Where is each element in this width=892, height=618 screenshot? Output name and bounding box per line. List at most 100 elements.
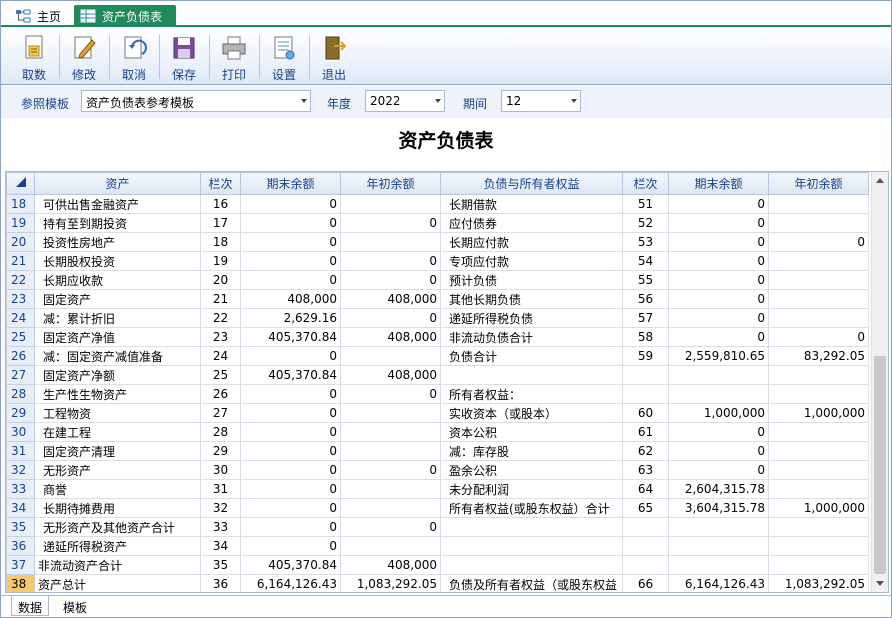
row-number[interactable]: 26 xyxy=(6,346,35,366)
print-button[interactable]: 打印 xyxy=(211,32,257,82)
table-row[interactable]: 18 可供出售金融资产 16 0 长期借款 51 0 xyxy=(6,194,869,214)
column-header[interactable]: 栏次 xyxy=(200,172,241,195)
liability-begin-balance-cell[interactable] xyxy=(768,460,869,480)
column-header[interactable]: 资产 xyxy=(34,172,201,195)
asset-begin-balance-cell[interactable] xyxy=(340,498,441,518)
chevron-down-icon[interactable] xyxy=(571,99,577,103)
settings-button[interactable]: 设置 xyxy=(261,32,307,82)
liability-line-cell[interactable]: 54 xyxy=(622,251,669,271)
asset-end-balance-cell[interactable]: 0 xyxy=(240,213,341,233)
edit-button[interactable]: 修改 xyxy=(61,32,107,82)
asset-begin-balance-cell[interactable]: 408,000 xyxy=(340,365,441,385)
liability-end-balance-cell[interactable]: 2,559,810.65 xyxy=(668,346,769,366)
asset-end-balance-cell[interactable]: 0 xyxy=(240,232,341,252)
asset-end-balance-cell[interactable]: 0 xyxy=(240,422,341,442)
asset-end-balance-cell[interactable]: 405,370.84 xyxy=(240,327,341,347)
asset-line-cell[interactable]: 20 xyxy=(200,270,241,290)
liability-end-balance-cell[interactable]: 0 xyxy=(668,422,769,442)
liability-end-balance-cell[interactable]: 0 xyxy=(668,308,769,328)
table-row[interactable]: 31 固定资产清理 29 0 减：库存股 62 0 xyxy=(6,441,869,461)
asset-begin-balance-cell[interactable] xyxy=(340,536,441,556)
asset-begin-balance-cell[interactable]: 0 xyxy=(340,384,441,404)
liability-line-cell[interactable] xyxy=(622,555,669,575)
asset-begin-balance-cell[interactable]: 0 xyxy=(340,251,441,271)
asset-end-balance-cell[interactable]: 405,370.84 xyxy=(240,365,341,385)
row-number[interactable]: 36 xyxy=(6,536,35,556)
liability-name-cell[interactable]: 减：库存股 xyxy=(440,441,623,461)
row-number[interactable]: 22 xyxy=(6,270,35,290)
asset-name-cell[interactable]: 无形资产及其他资产合计 xyxy=(34,517,201,537)
table-row[interactable]: 22 长期应收款 20 0 0 预计负债 55 0 xyxy=(6,270,869,290)
liability-name-cell[interactable] xyxy=(440,536,623,556)
asset-name-cell[interactable]: 固定资产净额 xyxy=(34,365,201,385)
table-row[interactable]: 24 减：累计折旧 22 2,629.16 0 递延所得税负债 57 0 xyxy=(6,308,869,328)
tab-balance-sheet[interactable]: 资产负债表 xyxy=(74,5,176,27)
row-number[interactable]: 35 xyxy=(6,517,35,537)
liability-end-balance-cell[interactable]: 0 xyxy=(668,460,769,480)
table-row[interactable]: 32 无形资产 30 0 0 盈余公积 63 0 xyxy=(6,460,869,480)
liability-end-balance-cell[interactable]: 0 xyxy=(668,213,769,233)
liability-name-cell[interactable]: 长期借款 xyxy=(440,194,623,214)
asset-begin-balance-cell[interactable]: 0 xyxy=(340,517,441,537)
asset-begin-balance-cell[interactable] xyxy=(340,479,441,499)
template-select[interactable]: 资产负债表参考模板 xyxy=(81,90,311,112)
asset-line-cell[interactable]: 23 xyxy=(200,327,241,347)
row-number[interactable]: 18 xyxy=(6,194,35,214)
liability-end-balance-cell[interactable]: 2,604,315.78 xyxy=(668,479,769,499)
row-number[interactable]: 21 xyxy=(6,251,35,271)
asset-end-balance-cell[interactable]: 2,629.16 xyxy=(240,308,341,328)
asset-begin-balance-cell[interactable]: 408,000 xyxy=(340,327,441,347)
liability-line-cell[interactable]: 57 xyxy=(622,308,669,328)
liability-line-cell[interactable] xyxy=(622,384,669,404)
liability-name-cell[interactable]: 盈余公积 xyxy=(440,460,623,480)
scroll-down-icon[interactable] xyxy=(876,581,884,586)
chevron-down-icon[interactable] xyxy=(301,99,307,103)
liability-name-cell[interactable]: 未分配利润 xyxy=(440,479,623,499)
liability-name-cell[interactable]: 应付债券 xyxy=(440,213,623,233)
liability-line-cell[interactable]: 55 xyxy=(622,270,669,290)
liability-end-balance-cell[interactable]: 0 xyxy=(668,289,769,309)
table-row[interactable]: 30 在建工程 28 0 资本公积 61 0 xyxy=(6,422,869,442)
liability-end-balance-cell[interactable]: 1,000,000 xyxy=(668,403,769,423)
asset-name-cell[interactable]: 减：固定资产减值准备 xyxy=(34,346,201,366)
liability-begin-balance-cell[interactable] xyxy=(768,251,869,271)
liability-line-cell[interactable]: 60 xyxy=(622,403,669,423)
asset-end-balance-cell[interactable]: 0 xyxy=(240,384,341,404)
row-number[interactable]: 29 xyxy=(6,403,35,423)
liability-end-balance-cell[interactable] xyxy=(668,536,769,556)
asset-line-cell[interactable]: 32 xyxy=(200,498,241,518)
table-row[interactable]: 37 非流动资产合计 35 405,370.84 408,000 xyxy=(6,555,869,575)
asset-end-balance-cell[interactable]: 405,370.84 xyxy=(240,555,341,575)
liability-name-cell[interactable]: 所有者权益： xyxy=(440,384,623,404)
scroll-up-icon[interactable] xyxy=(876,178,884,183)
asset-end-balance-cell[interactable]: 0 xyxy=(240,460,341,480)
asset-line-cell[interactable]: 18 xyxy=(200,232,241,252)
liability-line-cell[interactable]: 51 xyxy=(622,194,669,214)
liability-name-cell[interactable]: 长期应付款 xyxy=(440,232,623,252)
liability-begin-balance-cell[interactable] xyxy=(768,479,869,499)
liability-line-cell[interactable] xyxy=(622,365,669,385)
asset-line-cell[interactable]: 27 xyxy=(200,403,241,423)
asset-line-cell[interactable]: 28 xyxy=(200,422,241,442)
asset-line-cell[interactable]: 16 xyxy=(200,194,241,214)
liability-end-balance-cell[interactable]: 0 xyxy=(668,194,769,214)
asset-name-cell[interactable]: 持有至到期投资 xyxy=(34,213,201,233)
asset-name-cell[interactable]: 生产性生物资产 xyxy=(34,384,201,404)
liability-end-balance-cell[interactable]: 3,604,315.78 xyxy=(668,498,769,518)
liability-name-cell[interactable]: 其他长期负债 xyxy=(440,289,623,309)
column-header[interactable]: 期末余额 xyxy=(240,172,341,195)
column-header[interactable]: 栏次 xyxy=(622,172,669,195)
asset-name-cell[interactable]: 工程物资 xyxy=(34,403,201,423)
liability-begin-balance-cell[interactable]: 1,000,000 xyxy=(768,498,869,518)
fetch-button[interactable]: 取数 xyxy=(11,32,57,82)
asset-line-cell[interactable]: 22 xyxy=(200,308,241,328)
liability-line-cell[interactable]: 53 xyxy=(622,232,669,252)
liability-line-cell[interactable]: 59 xyxy=(622,346,669,366)
liability-begin-balance-cell[interactable] xyxy=(768,270,869,290)
row-number[interactable]: 32 xyxy=(6,460,35,480)
liability-line-cell[interactable]: 63 xyxy=(622,460,669,480)
liability-name-cell[interactable]: 非流动负债合计 xyxy=(440,327,623,347)
chevron-down-icon[interactable] xyxy=(435,99,441,103)
liability-name-cell[interactable]: 预计负债 xyxy=(440,270,623,290)
row-number[interactable]: 31 xyxy=(6,441,35,461)
